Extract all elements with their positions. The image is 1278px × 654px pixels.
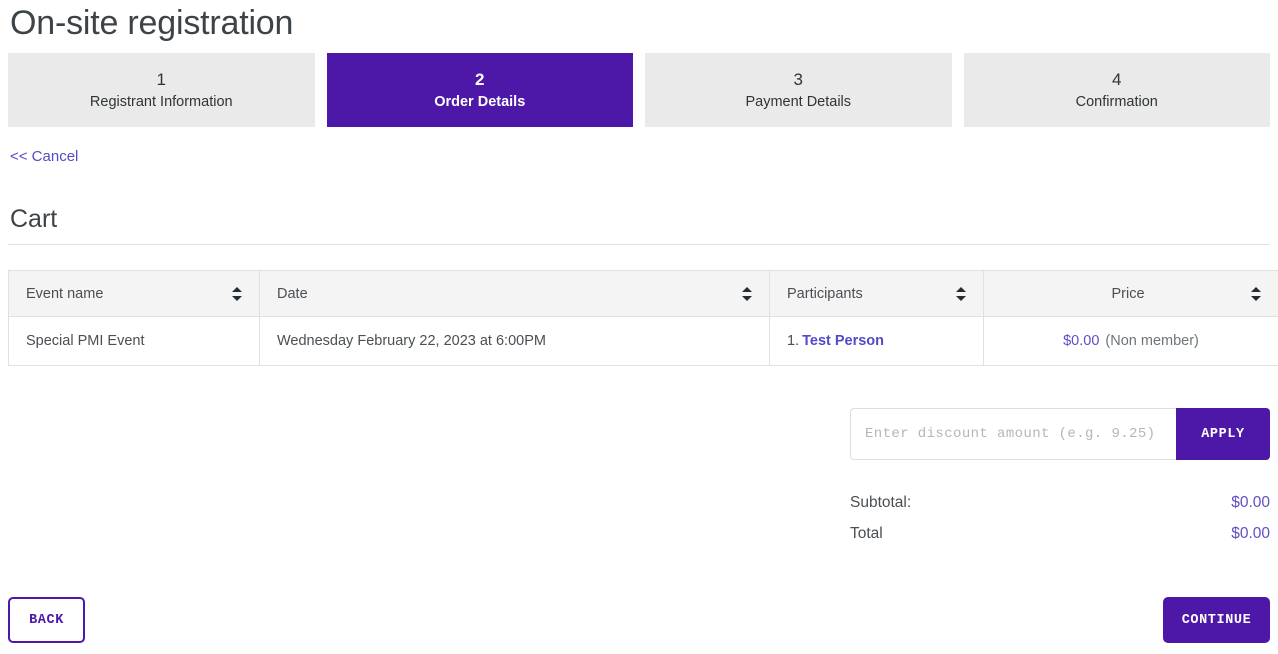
subtotal-line: Subtotal: $0.00 (850, 487, 1270, 518)
total-value: $0.00 (1231, 525, 1270, 542)
subtotal-value: $0.00 (1231, 494, 1270, 511)
back-button[interactable]: BACK (8, 597, 85, 643)
column-header-label: Date (277, 285, 308, 302)
discount-row: APPLY (850, 408, 1270, 460)
price-value: $0.00 (1063, 333, 1100, 349)
cell-event-name: Special PMI Event (8, 316, 260, 366)
column-header-price[interactable]: Price (983, 270, 1278, 317)
table-row: Special PMI Event Wednesday February 22,… (8, 316, 1278, 366)
column-header-participants[interactable]: Participants (769, 270, 984, 317)
cart-heading: Cart (10, 205, 58, 233)
step-label: Payment Details (745, 93, 852, 110)
cell-price: $0.00 (Non member) (983, 316, 1278, 366)
cancel-link[interactable]: << Cancel (10, 148, 78, 166)
column-header-event-name[interactable]: Event name (8, 270, 260, 317)
cell-date: Wednesday February 22, 2023 at 6:00PM (259, 316, 770, 366)
column-header-date[interactable]: Date (259, 270, 770, 317)
price-note: (Non member) (1105, 333, 1199, 349)
cart-table-body: Special PMI Event Wednesday February 22,… (8, 316, 1278, 366)
step-payment-details[interactable]: 3 Payment Details (645, 53, 952, 127)
step-label: Order Details (434, 93, 526, 110)
participant-index: 1. (787, 333, 800, 349)
step-confirmation[interactable]: 4 Confirmation (963, 53, 1270, 127)
page-title: On-site registration (10, 4, 294, 42)
total-label: Total (850, 525, 883, 542)
cart-divider (8, 244, 1270, 245)
column-header-label: Participants (787, 285, 863, 302)
column-header-label: Price (1111, 285, 1145, 302)
step-order-details[interactable]: 2 Order Details (326, 53, 633, 127)
sort-icon[interactable] (1251, 286, 1261, 301)
step-number: 4 (1112, 69, 1122, 89)
step-registrant-information[interactable]: 1 Registrant Information (8, 53, 315, 127)
wizard-steps: 1 Registrant Information 2 Order Details… (8, 53, 1270, 127)
cart-table: Event name Date Participants Price Speci… (8, 270, 1278, 366)
step-number: 3 (793, 69, 803, 89)
sort-icon[interactable] (956, 286, 966, 301)
participant-name-link[interactable]: Test Person (802, 333, 884, 349)
cart-table-header-row: Event name Date Participants Price (8, 270, 1278, 317)
apply-discount-button[interactable]: APPLY (1176, 408, 1270, 460)
step-number: 1 (156, 69, 166, 89)
step-label: Confirmation (1075, 93, 1158, 110)
footer-navigation: BACK CONTINUE (8, 597, 1270, 643)
discount-input[interactable] (850, 408, 1176, 460)
sort-icon[interactable] (232, 286, 242, 301)
cell-participants: 1. Test Person (769, 316, 984, 366)
subtotal-label: Subtotal: (850, 494, 912, 511)
registration-page: On-site registration 1 Registrant Inform… (0, 0, 1278, 654)
column-header-label: Event name (26, 285, 104, 302)
totals: Subtotal: $0.00 Total $0.00 (850, 487, 1270, 549)
step-number: 2 (475, 69, 485, 89)
order-summary: APPLY Subtotal: $0.00 Total $0.00 (850, 408, 1270, 549)
continue-button[interactable]: CONTINUE (1163, 597, 1270, 643)
cart-table-head: Event name Date Participants Price (8, 270, 1278, 317)
total-line: Total $0.00 (850, 518, 1270, 549)
sort-icon[interactable] (742, 286, 752, 301)
step-label: Registrant Information (89, 93, 233, 110)
